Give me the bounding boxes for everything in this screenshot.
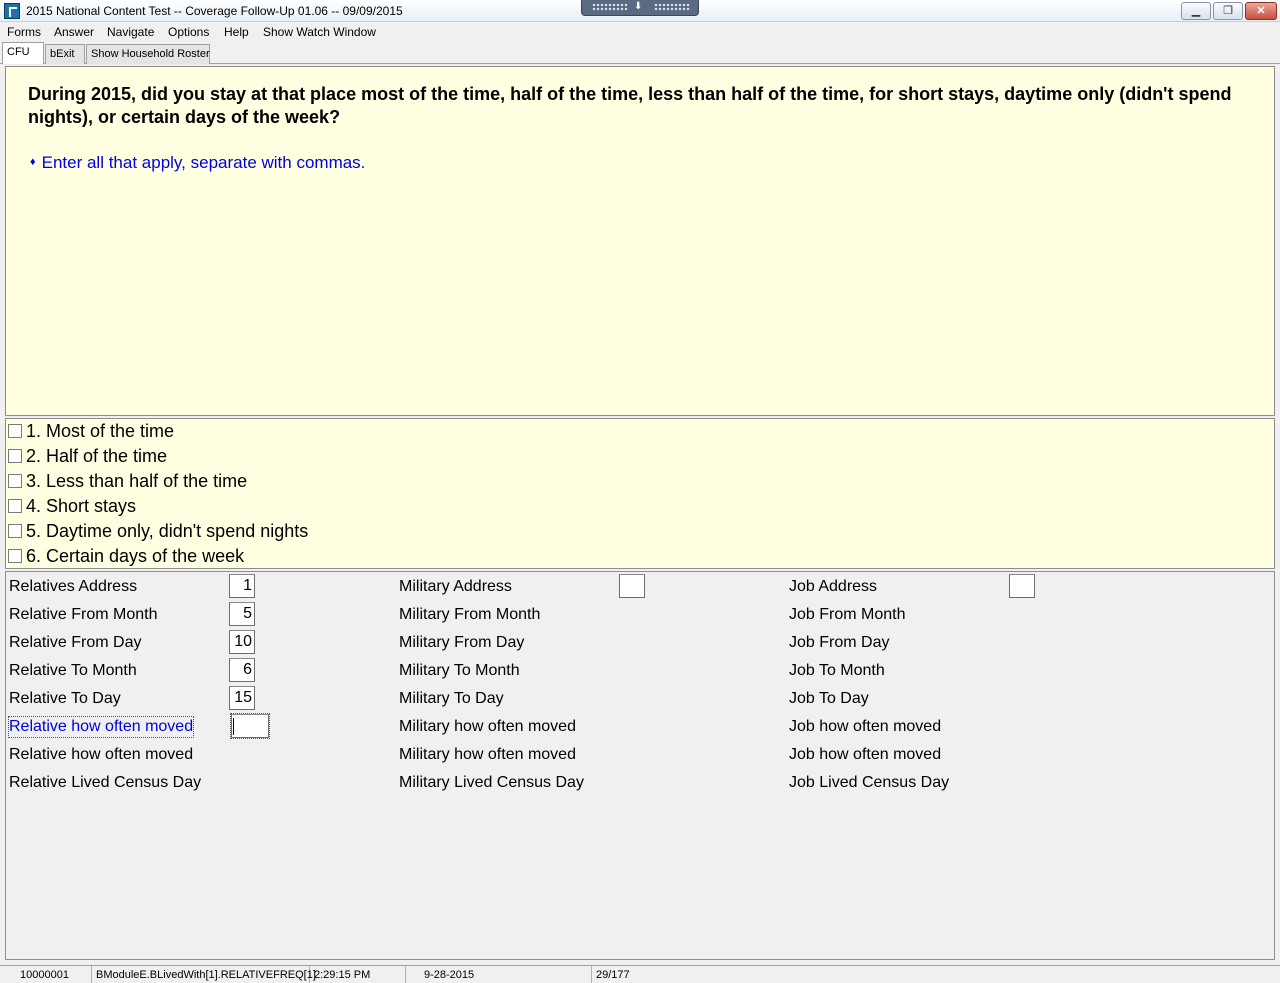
minimize-button[interactable]: ▁ <box>1181 2 1211 20</box>
job-how-often-moved-label: Job how often moved <box>789 718 942 735</box>
tab-bar: CFU bExit Show Household Roster <box>0 42 1280 64</box>
field-pane: Relatives Address 1 Relative From Month … <box>5 571 1275 960</box>
military-lived-census-day-label: Military Lived Census Day <box>399 774 584 791</box>
job-how-often-moved-label: Job how often moved <box>789 746 942 763</box>
maximize-button[interactable]: ❐ <box>1213 2 1243 20</box>
status-time: 2:29:15 PM <box>310 966 406 983</box>
option-checkbox[interactable] <box>8 549 22 563</box>
option-label: 2. Half of the time <box>26 446 168 466</box>
status-progress: 29/177 <box>596 969 630 981</box>
menu-help[interactable]: Help <box>224 25 249 39</box>
option-checkbox[interactable] <box>8 449 22 463</box>
instruction-text: ♦ Enter all that apply, separate with com… <box>30 153 365 173</box>
tab-cfu[interactable]: CFU <box>2 42 44 64</box>
down-arrow-icon: ⬇ <box>634 1 643 12</box>
app-icon <box>4 3 20 19</box>
relative-from-month-label: Relative From Month <box>9 606 158 623</box>
option-label: 4. Short stays <box>26 496 137 516</box>
military-from-day-label: Military From Day <box>399 634 525 651</box>
option-label: 1. Most of the time <box>26 421 175 441</box>
military-how-often-moved-label: Military how often moved <box>399 718 576 735</box>
relative-from-month-field[interactable]: 5 <box>229 602 255 626</box>
job-from-month-label: Job From Month <box>789 606 906 623</box>
relative-from-day-label: Relative From Day <box>9 634 142 651</box>
status-bar: 10000001 BModuleE.BLivedWith[1].RELATIVE… <box>0 965 1280 983</box>
menu-navigate[interactable]: Navigate <box>107 25 154 39</box>
text-caret <box>233 718 234 735</box>
military-address-label: Military Address <box>399 578 512 595</box>
option-label: 6. Certain days of the week <box>26 546 245 566</box>
blaise-window: 2015 National Content Test -- Coverage F… <box>0 0 1280 983</box>
diamond-bullet-icon: ♦ <box>30 156 36 168</box>
job-address-label: Job Address <box>789 578 878 595</box>
question-text: During 2015, did you stay at that place … <box>28 84 1232 127</box>
option-checkbox[interactable] <box>8 499 22 513</box>
menu-bar: Forms Answer Navigate Options Help Show … <box>0 22 1280 42</box>
option-label: 5. Daytime only, didn't spend nights <box>26 521 309 541</box>
option-checkbox[interactable] <box>8 524 22 538</box>
title-bar: 2015 National Content Test -- Coverage F… <box>0 0 1280 22</box>
menu-forms[interactable]: Forms <box>7 25 41 39</box>
tab-show-household-roster[interactable]: Show Household Roster <box>86 44 210 64</box>
relatives-address-field[interactable]: 1 <box>229 574 255 598</box>
relatives-address-label: Relatives Address <box>9 578 138 595</box>
relative-from-day-field[interactable]: 10 <box>229 630 255 654</box>
option-checkbox[interactable] <box>8 424 22 438</box>
window-title: 2015 National Content Test -- Coverage F… <box>26 4 403 18</box>
military-how-often-moved-label: Military how often moved <box>399 746 576 763</box>
status-case-id: 10000001 <box>0 966 92 983</box>
status-field-path: BModuleE.BLivedWith[1].RELATIVEFREQ[1] <box>92 966 316 983</box>
military-to-day-label: Military To Day <box>399 690 504 707</box>
military-to-month-label: Military To Month <box>399 662 520 679</box>
menu-show-watch-window[interactable]: Show Watch Window <box>263 25 376 39</box>
status-date: 9-28-2015 <box>406 966 592 983</box>
tab-bexit[interactable]: bExit <box>45 44 85 64</box>
job-to-day-label: Job To Day <box>789 690 869 707</box>
job-from-day-label: Job From Day <box>789 634 890 651</box>
question-pane: During 2015, did you stay at that place … <box>5 66 1275 416</box>
relative-how-often-moved-label-current: Relative how often moved <box>7 716 195 738</box>
grip-dots-icon <box>592 3 628 11</box>
grip-dots-icon <box>654 3 690 11</box>
menu-options[interactable]: Options <box>168 25 209 39</box>
relative-to-month-label: Relative To Month <box>9 662 137 679</box>
relative-to-month-field[interactable]: 6 <box>229 658 255 682</box>
option-checkbox[interactable] <box>8 474 22 488</box>
job-lived-census-day-label: Job Lived Census Day <box>789 774 950 791</box>
close-button[interactable]: ✕ <box>1245 2 1277 20</box>
answer-options-pane: 1. Most of the time 2. Half of the time … <box>5 418 1275 569</box>
relative-to-day-field[interactable]: 15 <box>229 686 255 710</box>
job-address-field[interactable] <box>1009 574 1035 598</box>
military-address-field[interactable] <box>619 574 645 598</box>
instruction-label: Enter all that apply, separate with comm… <box>41 153 366 172</box>
job-to-month-label: Job To Month <box>789 662 885 679</box>
menu-answer[interactable]: Answer <box>54 25 94 39</box>
toolbar-grip-handle[interactable]: ⬇ <box>581 0 699 16</box>
military-from-month-label: Military From Month <box>399 606 541 623</box>
relative-how-often-moved-label: Relative how often moved <box>9 746 194 763</box>
option-label: 3. Less than half of the time <box>26 471 248 491</box>
relative-to-day-label: Relative To Day <box>9 690 121 707</box>
relative-lived-census-day-label: Relative Lived Census Day <box>9 774 202 791</box>
relative-how-often-moved-field[interactable] <box>230 713 270 739</box>
